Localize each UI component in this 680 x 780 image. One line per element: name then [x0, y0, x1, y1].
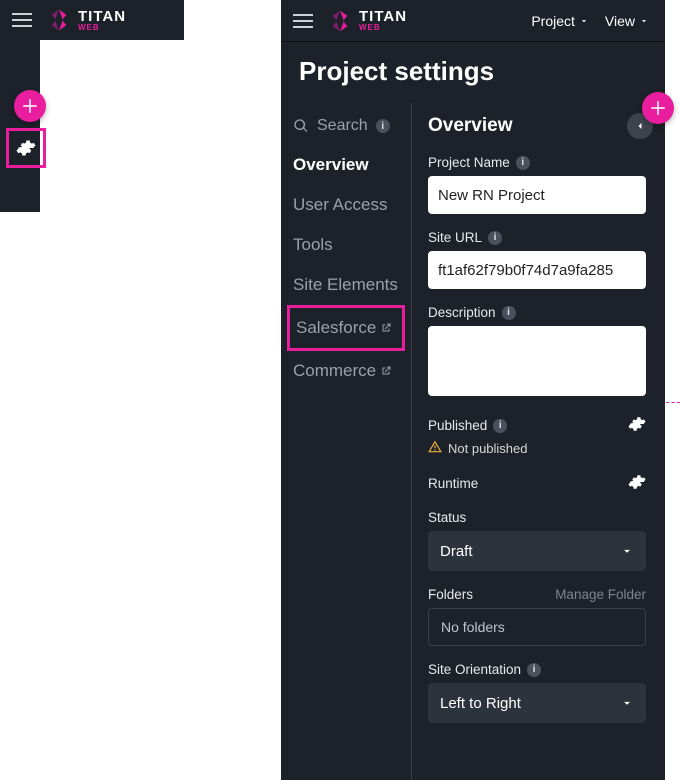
nav-item-commerce-label: Commerce	[293, 361, 376, 381]
settings-panel: TITAN WEB Project View Project settings …	[281, 0, 665, 780]
folders-label: Folders	[428, 587, 473, 602]
menu-icon[interactable]	[8, 6, 36, 34]
plus-icon	[21, 97, 39, 115]
search-icon	[293, 118, 309, 134]
chevron-left-icon	[634, 120, 646, 132]
folders-value: No folders	[428, 608, 646, 646]
brand-title: TITAN	[359, 9, 407, 24]
published-label: Published	[428, 418, 487, 433]
nav-search[interactable]: Search i	[287, 113, 405, 145]
status-value: Draft	[440, 543, 473, 560]
external-link-icon	[380, 322, 392, 334]
info-icon: i	[488, 231, 502, 245]
runtime-settings-button[interactable]	[628, 473, 646, 494]
description-label: Description	[428, 305, 496, 320]
warning-icon	[428, 440, 442, 457]
logo-mark-icon	[46, 7, 72, 33]
left-sidebar	[0, 40, 40, 212]
brand-logo: TITAN WEB	[46, 7, 126, 33]
site-url-input[interactable]	[428, 251, 646, 289]
gear-icon	[628, 473, 646, 491]
external-link-icon	[380, 365, 392, 377]
info-icon: i	[493, 419, 507, 433]
nav-item-overview[interactable]: Overview	[287, 145, 405, 185]
chevron-down-icon	[579, 16, 589, 26]
content-title: Overview	[428, 115, 513, 137]
info-icon: i	[527, 663, 541, 677]
nav-item-site-elements[interactable]: Site Elements	[287, 265, 405, 305]
logo-mark-icon	[327, 8, 353, 34]
panel-menu-icon[interactable]	[289, 7, 317, 35]
gear-icon	[16, 138, 36, 158]
chevron-down-icon	[620, 696, 634, 710]
project-menu-label: Project	[531, 13, 575, 29]
published-status: Not published	[448, 441, 528, 456]
left-topbar: TITAN WEB	[0, 0, 184, 40]
published-settings-button[interactable]	[628, 415, 646, 436]
settings-nav: Search i Overview User Access Tools Site…	[281, 103, 412, 780]
gear-icon	[628, 415, 646, 433]
info-icon: i	[376, 119, 390, 133]
view-menu[interactable]: View	[605, 13, 649, 29]
nav-item-salesforce[interactable]: Salesforce	[287, 305, 405, 351]
orientation-select[interactable]: Left to Right	[428, 683, 646, 723]
orientation-value: Left to Right	[440, 695, 521, 712]
info-icon: i	[502, 306, 516, 320]
panel-brand-logo: TITAN WEB	[327, 8, 407, 34]
nav-search-label: Search	[317, 117, 368, 135]
brand-sub: WEB	[78, 24, 126, 32]
settings-button-highlight[interactable]	[6, 128, 46, 168]
project-name-input[interactable]	[428, 176, 646, 214]
status-select[interactable]: Draft	[428, 531, 646, 571]
guide-line	[666, 402, 680, 403]
chevron-down-icon	[639, 16, 649, 26]
nav-item-salesforce-label: Salesforce	[296, 318, 376, 338]
brand-sub: WEB	[359, 24, 407, 32]
project-menu[interactable]: Project	[531, 13, 589, 29]
view-menu-label: View	[605, 13, 635, 29]
runtime-label: Runtime	[428, 476, 478, 491]
add-button[interactable]	[14, 90, 46, 122]
nav-item-commerce[interactable]: Commerce	[287, 351, 405, 391]
nav-item-tools[interactable]: Tools	[287, 225, 405, 265]
settings-content: Overview Project Name i Site URL i	[412, 103, 665, 780]
brand-title: TITAN	[78, 9, 126, 24]
orientation-label: Site Orientation	[428, 662, 521, 677]
status-label: Status	[428, 510, 466, 525]
description-input[interactable]	[428, 326, 646, 396]
panel-add-button[interactable]	[642, 92, 674, 124]
site-url-label: Site URL	[428, 230, 482, 245]
info-icon: i	[516, 156, 530, 170]
manage-folder-link[interactable]: Manage Folder	[555, 587, 646, 602]
project-name-label: Project Name	[428, 155, 510, 170]
chevron-down-icon	[620, 544, 634, 558]
nav-item-user-access[interactable]: User Access	[287, 185, 405, 225]
page-title: Project settings	[281, 42, 665, 103]
plus-icon	[649, 99, 667, 117]
panel-topbar: TITAN WEB Project View	[281, 0, 665, 42]
